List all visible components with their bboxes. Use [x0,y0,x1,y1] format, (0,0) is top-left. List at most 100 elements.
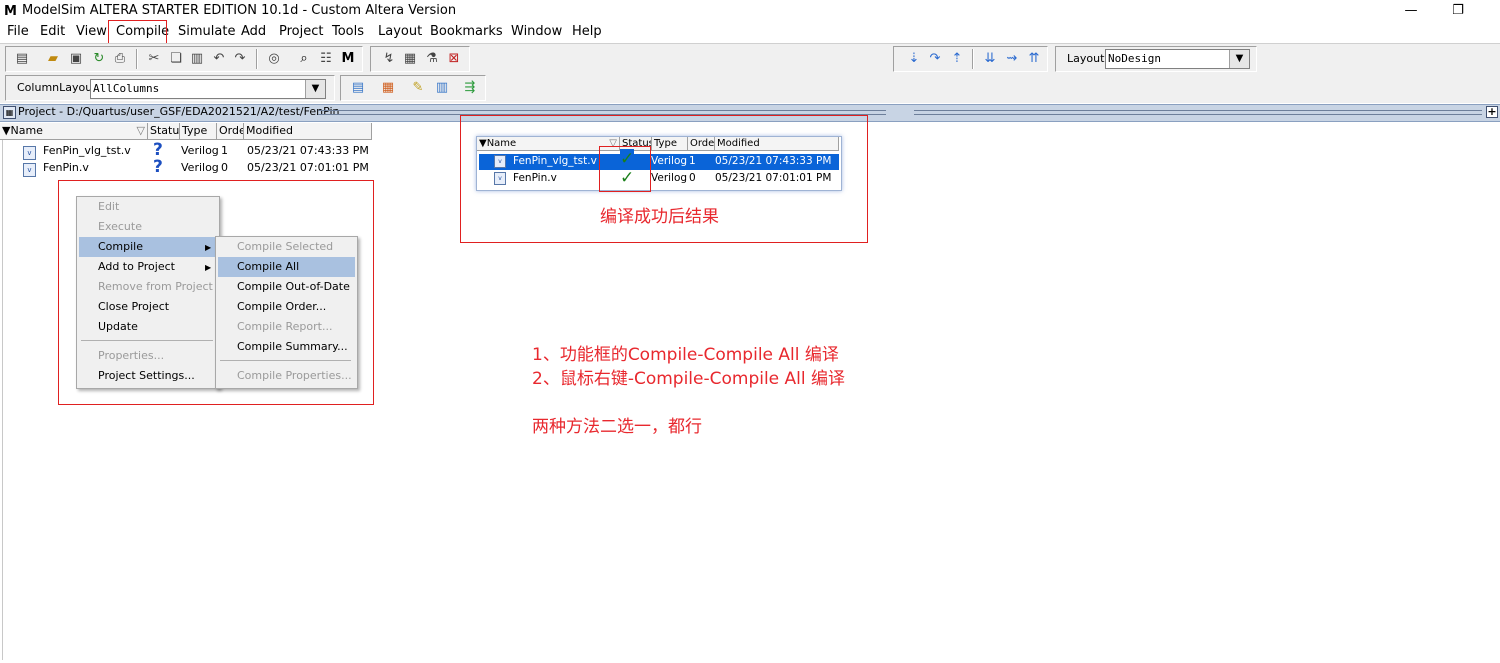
menu-item-compile[interactable]: Compile [79,237,217,257]
compile-submenu: Compile Selected Compile All Compile Out… [215,236,358,389]
menu-item-execute[interactable]: Execute [79,217,217,237]
restore-button[interactable]: ❐ [1443,2,1473,20]
pane-grip-right[interactable] [914,110,1482,115]
column-header-name[interactable]: ▼Name ▽ [0,123,148,140]
toolbar-area: ▤ ▰ ▣ ↻ ⎙ ✂ ❏ ▥ ↶ ↷ ◎ ⌕ ☷ M ↯ ▦ ⚗ ⊠ ⇣ ↷ … [0,43,1500,103]
cut-icon[interactable]: ✂ [146,51,162,67]
menu-item-remove-from-project[interactable]: Remove from Project [79,277,217,297]
menu-project[interactable]: Project [279,24,323,39]
reload-icon[interactable]: ↻ [91,51,107,67]
verilog-file-icon: v [494,172,506,185]
file-type: Verilog [181,144,219,157]
submenu-arrow-icon: ▶ [205,263,212,272]
instruction-line-3: 两种方法二选一，都行 [532,417,702,437]
file-order: 1 [221,144,228,157]
column-layout-label: ColumnLayout [17,81,97,94]
compile-icon[interactable]: ↯ [381,51,397,67]
add-object-icon[interactable]: ▦ [380,80,396,96]
menu-help[interactable]: Help [572,24,602,39]
minimize-button[interactable]: — [1396,2,1426,20]
menu-item-compile-all[interactable]: Compile All [218,257,355,277]
menu-simulate[interactable]: Simulate [178,24,235,39]
compile-all-icon[interactable]: ▦ [402,51,418,67]
menu-tools[interactable]: Tools [332,24,364,39]
find-icon[interactable]: ⌕ [296,51,312,67]
layout-select-value: NoDesign [1108,52,1161,65]
menu-window[interactable]: Window [511,24,562,39]
step-icon[interactable]: ⇣ [906,51,922,67]
instruction-line-1: 1、功能框的Compile-Compile All 编译 [532,345,839,365]
context-menu: Edit Execute Compile ▶ Add to Project ▶ … [76,196,220,389]
menu-item-compile-out-of-date[interactable]: Compile Out-of-Date [218,277,355,297]
menu-edit[interactable]: Edit [40,24,65,39]
menu-item-close-project[interactable]: Close Project [79,297,217,317]
menu-file[interactable]: File [7,24,29,39]
print-icon[interactable]: ⎙ [112,51,128,67]
collapse-icon[interactable]: ☷ [318,51,334,67]
paste-icon[interactable]: ▥ [189,51,205,67]
column-layout-select-value: AllColumns [93,82,160,95]
menu-item-compile-order[interactable]: Compile Order... [218,297,355,317]
inset-column-type: Type [652,137,688,151]
step-over-icon[interactable]: ↷ [927,51,943,67]
wave-add-icon[interactable]: ▤ [350,80,366,96]
file-order: 0 [221,161,228,174]
compile-result-snapshot: ▼Name▽ Status Type Order Modified v FenP… [476,136,842,191]
dataflow-icon[interactable]: ⇶ [462,80,478,96]
instruction-line-2: 2、鼠标右键-Compile-Compile All 编译 [532,369,846,389]
verilog-file-icon: v [494,155,506,168]
menu-item-compile-properties[interactable]: Compile Properties... [218,366,355,386]
column-header-modified[interactable]: Modified [244,123,372,140]
project-pane-title: Project - D:/Quartus/user_GSF/EDA2021521… [18,105,340,118]
menu-add[interactable]: Add [241,24,266,39]
open-folder-icon[interactable]: ▰ [45,51,61,67]
verilog-file-icon: v [23,163,36,177]
menu-item-edit[interactable]: Edit [79,197,217,217]
menu-item-compile-report[interactable]: Compile Report... [218,317,355,337]
undo-icon[interactable]: ↶ [211,51,227,67]
sort-arrow-icon: ▼ [479,138,487,149]
menu-bookmarks[interactable]: Bookmarks [430,24,503,39]
menu-item-properties[interactable]: Properties... [79,346,217,366]
menu-item-update[interactable]: Update [79,317,217,337]
file-name[interactable]: FenPin.v [43,161,89,174]
new-file-icon[interactable]: ▤ [14,51,30,67]
result-caption: 编译成功后结果 [600,207,719,227]
edit-object-icon[interactable]: ✎ [410,80,426,96]
break-simulation-icon[interactable]: ⊠ [446,51,462,67]
submenu-arrow-icon: ▶ [205,243,212,252]
file-name[interactable]: FenPin_vlg_tst.v [43,144,131,157]
list-object-icon[interactable]: ▥ [434,80,450,96]
pane-border [2,140,3,660]
layout-dropdown-icon[interactable]: ▼ [1229,50,1249,68]
modelsim-help-icon[interactable]: M [340,51,356,67]
redo-icon[interactable]: ↷ [232,51,248,67]
menu-item-add-to-project[interactable]: Add to Project [79,257,217,277]
column-layout-dropdown-icon[interactable]: ▼ [305,80,325,98]
copy-icon[interactable]: ❏ [168,51,184,67]
column-header-order[interactable]: Order [217,123,244,140]
menu-layout[interactable]: Layout [378,24,422,39]
menu-item-project-settings[interactable]: Project Settings... [79,366,217,386]
menu-item-compile-summary[interactable]: Compile Summary... [218,337,355,357]
column-layout-select[interactable]: AllColumns [90,79,326,99]
maximize-pane-icon[interactable]: + [1486,106,1498,118]
column-header-status[interactable]: Status [148,123,180,140]
verilog-file-icon: v [23,146,36,160]
inset-column-modified: Modified [715,137,839,151]
simulate-icon[interactable]: ⚗ [424,51,440,67]
break-icon[interactable]: ◎ [266,51,282,67]
menu-view[interactable]: View [76,24,107,39]
step-out-icon[interactable]: ⇡ [949,51,965,67]
restart-icon[interactable]: ⇈ [1026,51,1042,67]
menu-item-compile-selected[interactable]: Compile Selected [218,237,355,257]
file-modified: 05/23/21 07:43:33 PM [247,144,369,157]
file-modified: 05/23/21 07:43:33 PM [715,155,832,167]
save-icon[interactable]: ▣ [68,51,84,67]
filter-icon: ▽ [136,124,145,137]
column-header-type[interactable]: Type [180,123,217,140]
layout-label: Layout [1067,52,1105,65]
step-into-icon[interactable]: ⇊ [982,51,998,67]
file-modified: 05/23/21 07:01:01 PM [247,161,369,174]
continue-icon[interactable]: ⇝ [1004,51,1020,67]
